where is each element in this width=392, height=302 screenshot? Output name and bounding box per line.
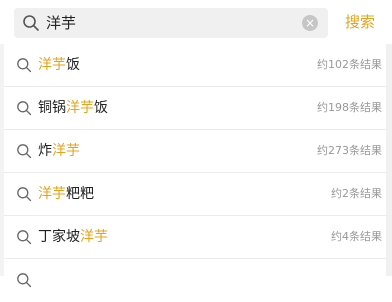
- result-count: 约4条结果: [331, 230, 382, 243]
- search-button[interactable]: 搜索: [345, 12, 375, 32]
- search-icon: [17, 101, 32, 116]
- suggestion-item[interactable]: 铜锅洋芋饭 约198条结果: [4, 87, 386, 130]
- search-input[interactable]: 洋芋: [46, 13, 76, 33]
- result-count: 约102条结果: [317, 58, 382, 71]
- suggestion-item[interactable]: 洋芋粑粑 约2条结果: [4, 173, 386, 216]
- search-icon: [17, 58, 32, 73]
- suggestion-label: 洋芋饭: [38, 57, 80, 73]
- search-icon: [17, 144, 32, 159]
- search-bar[interactable]: 洋芋 ×: [14, 8, 328, 38]
- suggestion-item[interactable]: 洋芋饭 约102条结果: [4, 44, 386, 87]
- suggestion-item-partial[interactable]: [4, 259, 386, 302]
- suggestion-label: 炸洋芋: [38, 143, 80, 159]
- clear-icon[interactable]: ×: [302, 15, 318, 31]
- search-icon: [17, 273, 32, 288]
- suggestion-label: 铜锅洋芋饭: [38, 100, 108, 116]
- background-right-edge: [386, 44, 392, 276]
- search-icon: [17, 187, 32, 202]
- suggestion-item[interactable]: 炸洋芋 约273条结果: [4, 130, 386, 173]
- search-icon: [23, 15, 39, 31]
- suggestion-label: 丁家坡洋芋: [38, 229, 108, 245]
- suggestion-label: 洋芋粑粑: [38, 186, 94, 202]
- suggestion-item[interactable]: 丁家坡洋芋 约4条结果: [4, 216, 386, 259]
- result-count: 约273条结果: [317, 144, 382, 157]
- search-icon: [17, 230, 32, 245]
- result-count: 约198条结果: [317, 101, 382, 114]
- result-count: 约2条结果: [331, 187, 382, 200]
